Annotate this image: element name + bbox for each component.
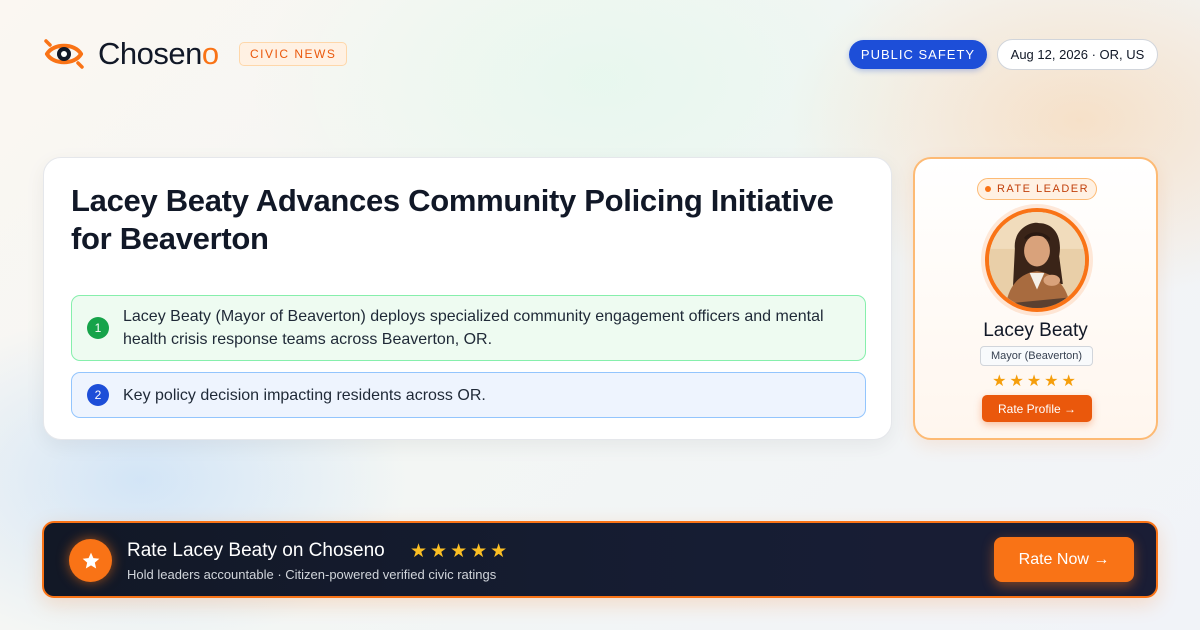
leader-avatar[interactable] bbox=[985, 208, 1089, 312]
brand-name: Choseno bbox=[98, 36, 219, 71]
person-portrait-icon bbox=[989, 212, 1085, 308]
date-location-badge: Aug 12, 2026 · OR, US bbox=[997, 39, 1158, 70]
point-number-badge: 1 bbox=[87, 317, 109, 339]
civic-news-tag: CIVIC NEWS bbox=[239, 42, 348, 66]
star-glyph bbox=[82, 552, 99, 568]
key-point-1: 1 Lacey Beaty (Mayor of Beaverton) deplo… bbox=[71, 295, 866, 361]
leader-role-badge: Mayor (Beaverton) bbox=[980, 346, 1093, 366]
banner-star-rating: ★★★★★ bbox=[410, 541, 511, 562]
rate-now-button[interactable]: Rate Now → bbox=[994, 537, 1134, 582]
star-icon bbox=[69, 539, 112, 582]
banner-title: Rate Lacey Beaty on Choseno bbox=[127, 540, 385, 561]
key-point-2: 2 Key policy decision impacting resident… bbox=[71, 372, 866, 418]
brand-logo[interactable]: Choseno bbox=[44, 36, 219, 72]
article-card: Lacey Beaty Advances Community Policing … bbox=[43, 157, 892, 440]
eye-logo-icon bbox=[44, 39, 84, 69]
dot-icon bbox=[984, 186, 991, 192]
point-text: Key policy decision impacting residents … bbox=[123, 386, 486, 404]
rate-leader-tag: RATE LEADER bbox=[977, 178, 1097, 200]
rate-leader-card: RATE LEADER Lacey Beaty Mayor (Beaverton… bbox=[913, 157, 1158, 440]
article-headline: Lacey Beaty Advances Community Policing … bbox=[71, 183, 834, 256]
point-text: Lacey Beaty (Mayor of Beaverton) deploys… bbox=[123, 308, 824, 348]
rate-banner: Rate Lacey Beaty on Choseno ★★★★★ Hold l… bbox=[42, 521, 1158, 598]
banner-subtitle: Hold leaders accountable · Citizen-power… bbox=[127, 567, 497, 582]
rate-profile-button[interactable]: Rate Profile → bbox=[982, 395, 1092, 422]
leader-name: Lacey Beaty bbox=[983, 320, 1088, 341]
rate-leader-tag-label: RATE LEADER bbox=[996, 183, 1090, 195]
leader-star-rating[interactable]: ★★★★★ bbox=[915, 371, 1156, 391]
category-badge[interactable]: PUBLIC SAFETY bbox=[849, 40, 987, 69]
point-number-badge: 2 bbox=[87, 384, 109, 406]
